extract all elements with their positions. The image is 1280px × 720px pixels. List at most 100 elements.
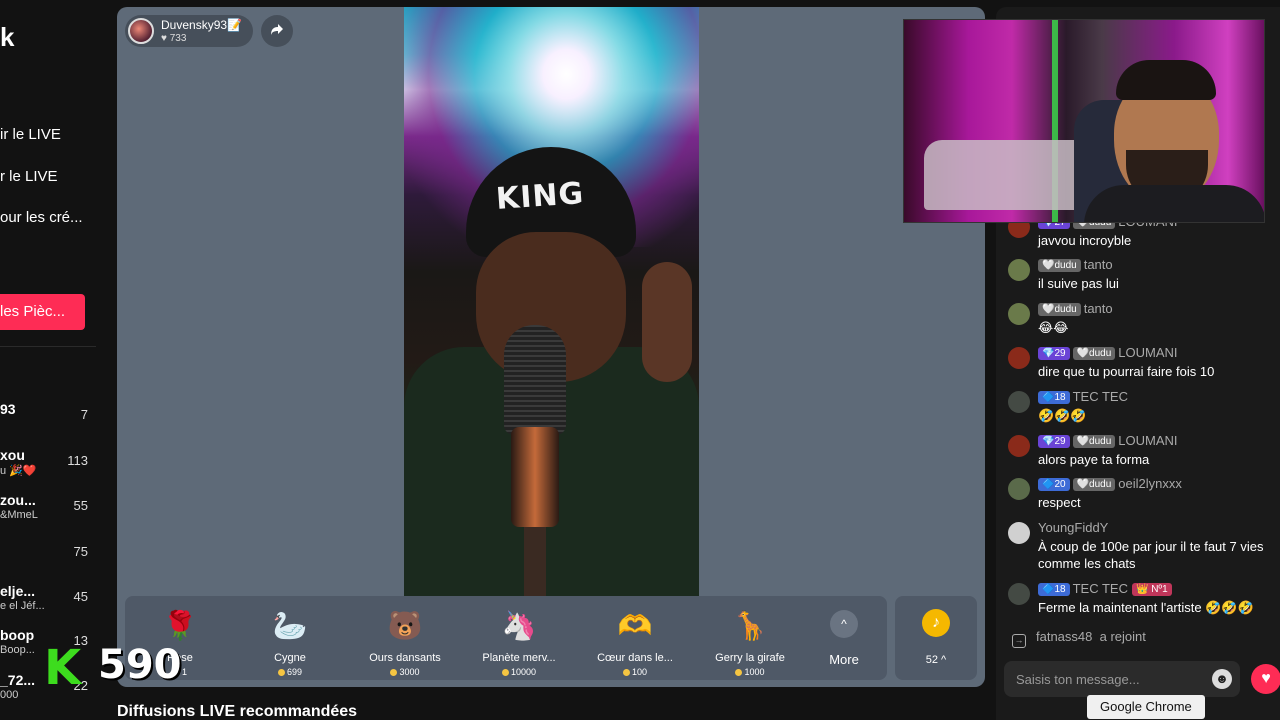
gift-bar: 🌹 Rose 1 🦢 Cygne 699 🐻 Ours dansants 300… — [125, 596, 887, 680]
gift-name: Ours dansants — [369, 652, 441, 664]
streamer-hand — [642, 262, 692, 382]
user-badge: 💎29 — [1038, 435, 1070, 448]
gift-price: 699 — [235, 667, 345, 677]
get-coins-button[interactable]: les Pièc... — [0, 294, 85, 330]
microphone-body — [511, 427, 559, 527]
chat-message-text: 🤣🤣🤣 — [1038, 408, 1087, 423]
emoji-icon[interactable]: ☻ — [1212, 669, 1232, 689]
overlay-number: 590 — [98, 642, 182, 688]
microphone-stand — [524, 527, 546, 596]
coin-icon — [622, 669, 630, 677]
gift-price: 1000 — [695, 667, 805, 677]
beanie-text: KING — [494, 175, 586, 218]
chat-username[interactable]: oeil2lynxxx — [1118, 476, 1182, 491]
chat-user-avatar[interactable] — [1008, 303, 1030, 325]
chat-username[interactable]: TEC TEC — [1073, 389, 1128, 404]
viewer-count: 7 — [80, 407, 88, 422]
chat-message-header: 🔷18 TEC TEC — [1038, 389, 1128, 405]
giraffe-icon: 🦒 — [732, 609, 768, 642]
join-notification: → fatnass48 a rejoint — [1012, 629, 1146, 648]
host-profile-chip[interactable]: Duvensky93📝 ♥ 733 — [125, 15, 253, 47]
viewer-row[interactable]: elje... e el Jéf... 45 — [0, 583, 96, 619]
chat-message-input[interactable] — [1016, 661, 1206, 697]
chat-message-text: dire que tu pourrai faire fois 10 — [1038, 364, 1215, 379]
viewer-name: 93 — [0, 401, 16, 417]
user-badge: 🤍dudu — [1038, 259, 1081, 272]
coin-icon — [735, 669, 743, 677]
rose-icon: 🌹 — [162, 609, 198, 642]
more-gifts-button[interactable]: ^ More — [815, 602, 875, 678]
more-label: More — [829, 652, 859, 667]
bear-icon: 🐻 — [387, 609, 423, 642]
nav-item-1[interactable]: ir le LIVE — [0, 126, 61, 143]
chat-message-header: 🔷20 🤍dudu oeil2lynxxx — [1038, 476, 1182, 492]
chat-user-avatar[interactable] — [1008, 522, 1030, 544]
chat-user-avatar[interactable] — [1008, 583, 1030, 605]
chat-input-box[interactable]: ☻ — [1004, 661, 1240, 697]
chat-username[interactable]: YoungFiddY — [1038, 520, 1108, 535]
gift-name: Cygne — [274, 652, 306, 664]
chat-user-avatar[interactable] — [1008, 478, 1030, 500]
coin-icon — [390, 669, 398, 677]
swan-icon: 🦢 — [272, 609, 308, 642]
chat-message-text: À coup de 100e par jour il te faut 7 vie… — [1038, 539, 1264, 571]
user-badge: 🔷18 — [1038, 391, 1070, 404]
live-video[interactable]: KING — [404, 7, 699, 596]
join-action: a rejoint — [1099, 629, 1146, 644]
chat-user-avatar[interactable] — [1008, 435, 1030, 457]
webcam-body — [1084, 185, 1264, 222]
chat-message-text: alors paye ta forma — [1038, 452, 1150, 467]
coin-balance-panel[interactable]: ♪ 52 ^ — [895, 596, 977, 680]
host-name[interactable]: Duvensky93📝 — [161, 18, 242, 32]
user-badge: 💎29 — [1038, 347, 1070, 360]
gift-girafe[interactable]: 🦒 Gerry la girafe 1000 — [695, 602, 805, 678]
live-stream-panel: Duvensky93📝 ♥ 733 KING 🌹 Rose 1 🦢 Cygne … — [117, 7, 985, 687]
chat-message-header: 🤍dudu tanto — [1038, 257, 1113, 273]
left-sidebar: k ir le LIVE r le LIVE our les cré... le… — [0, 0, 100, 720]
chat-username[interactable]: LOUMANI — [1118, 433, 1177, 448]
gift-name: Cœur dans le... — [597, 652, 673, 664]
chat-username[interactable]: tanto — [1084, 301, 1113, 316]
chat-username[interactable]: TEC TEC — [1073, 581, 1128, 596]
chat-username[interactable]: tanto — [1084, 257, 1113, 272]
webcam-couch — [924, 140, 1094, 210]
recommended-lives-title: Diffusions LIVE recommandées — [117, 703, 358, 720]
like-heart-button[interactable]: ♥ — [1251, 664, 1280, 694]
gift-cygne[interactable]: 🦢 Cygne 699 — [235, 602, 345, 678]
enter-icon: → — [1012, 634, 1026, 648]
chat-username[interactable]: LOUMANI — [1118, 345, 1177, 360]
chevron-up-icon: ^ — [830, 610, 858, 638]
user-badge: 🤍dudu — [1072, 347, 1116, 360]
nav-item-2[interactable]: r le LIVE — [0, 168, 58, 185]
viewer-row[interactable]: 93 7 — [0, 401, 96, 437]
chat-message-header: 💎29 🤍dudu LOUMANI — [1038, 433, 1178, 449]
viewer-name: boop — [0, 627, 35, 643]
chat-user-avatar[interactable] — [1008, 391, 1030, 413]
user-badge: 🤍dudu — [1072, 478, 1116, 491]
gift-coeur[interactable]: 🫶 Cœur dans le... 100 — [580, 602, 690, 678]
viewer-row[interactable]: 75 — [0, 538, 96, 574]
user-badge: 🔷18 — [1038, 583, 1070, 596]
viewer-row[interactable]: xou u 🎉❤️ 113 — [0, 447, 96, 483]
viewer-count: 113 — [67, 453, 88, 468]
share-arrow-icon — [271, 24, 283, 35]
chat-user-avatar[interactable] — [1008, 347, 1030, 369]
join-user[interactable]: fatnass48 — [1036, 629, 1092, 644]
stream-overlay-counter: K 590 — [40, 640, 182, 696]
user-badge: 🤍dudu — [1038, 303, 1081, 316]
nav-item-3[interactable]: our les cré... — [0, 209, 83, 226]
gift-planete[interactable]: 🦄 Planète merv... 10000 — [464, 602, 574, 678]
gift-ours-dansants[interactable]: 🐻 Ours dansants 3000 — [350, 602, 460, 678]
chat-message-text: Ferme la maintenant l'artiste 🤣🤣🤣 — [1038, 600, 1254, 615]
coin-icon — [501, 669, 509, 677]
gift-price: 100 — [580, 667, 690, 677]
coin-count: 52 ^ — [925, 654, 947, 666]
chat-user-avatar[interactable] — [1008, 259, 1030, 281]
share-button[interactable] — [261, 15, 293, 47]
rank-badge: 👑 Nº1 — [1131, 583, 1172, 596]
viewer-row[interactable]: zou... &MmeL 55 — [0, 492, 96, 528]
k-logo: K — [44, 640, 82, 696]
chat-message-text: respect — [1038, 495, 1081, 510]
logo-fragment[interactable]: k — [0, 22, 14, 53]
host-avatar[interactable] — [128, 18, 154, 44]
